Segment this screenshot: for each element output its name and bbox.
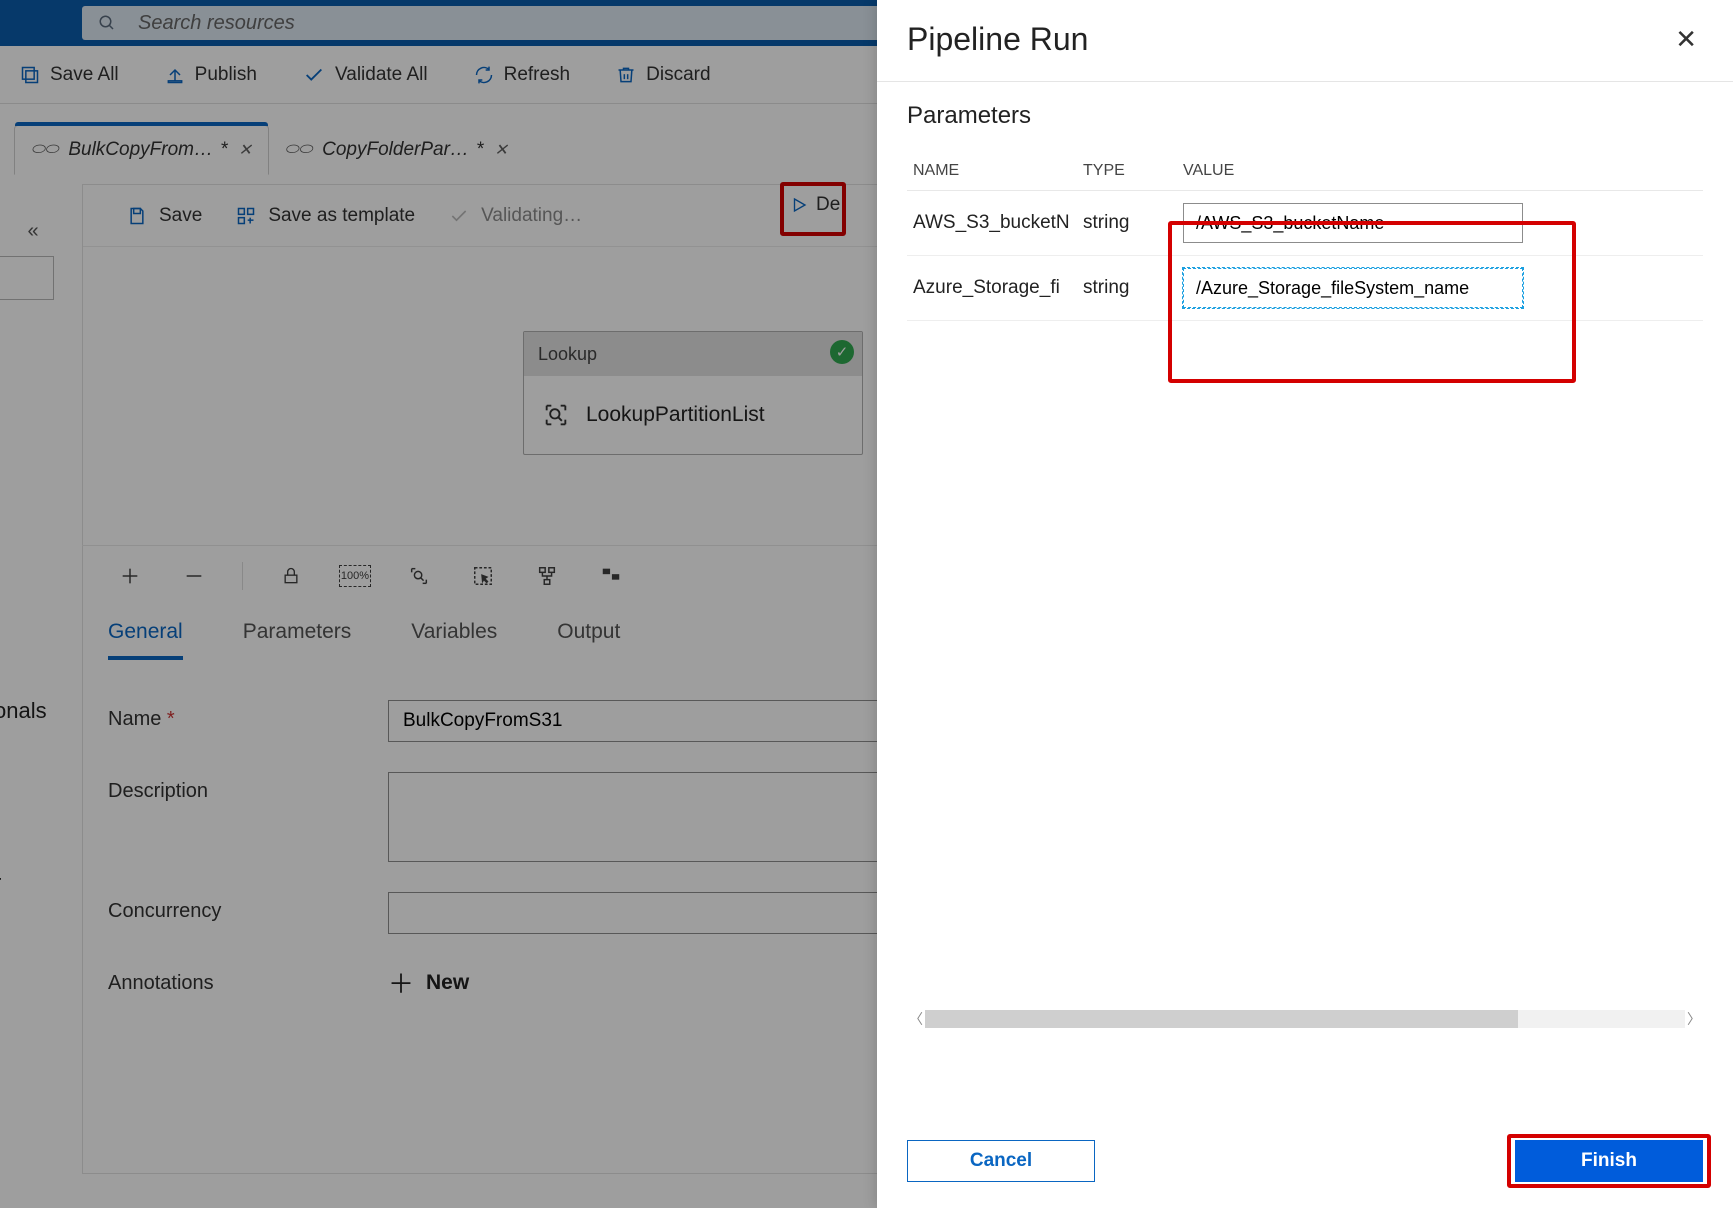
cancel-button[interactable]: Cancel (907, 1140, 1095, 1182)
validate-all-label: Validate All (335, 64, 428, 86)
refresh-label: Refresh (504, 64, 571, 86)
publish-label: Publish (195, 64, 257, 86)
save-button[interactable]: Save (127, 205, 202, 227)
new-label: New (426, 971, 469, 995)
parameters-table: NAME TYPE VALUE AWS_S3_bucketN string Az… (907, 152, 1703, 321)
table-row: Azure_Storage_fi string (907, 256, 1703, 321)
col-header-type: TYPE (1077, 152, 1177, 191)
save-as-template-label: Save as template (268, 205, 415, 227)
refresh-icon (474, 65, 494, 85)
sidebar-text-fragment: r (0, 870, 1, 896)
select-icon[interactable] (467, 560, 499, 592)
pipeline-run-drawer: Pipeline Run ✕ Parameters NAME TYPE VALU… (877, 0, 1733, 1208)
drawer-title: Pipeline Run (907, 21, 1088, 58)
activity-type-label: Lookup (538, 344, 597, 365)
pipeline-icon: ⬭⬭ (285, 141, 312, 159)
col-header-value: VALUE (1177, 152, 1703, 191)
discard-all-button[interactable]: Discard (616, 64, 710, 86)
save-all-icon (20, 65, 40, 85)
param-value-input[interactable] (1183, 203, 1523, 243)
scroll-track[interactable] (925, 1010, 1685, 1028)
refresh-button[interactable]: Refresh (474, 64, 571, 86)
tab-general[interactable]: General (108, 620, 183, 660)
tab-variables[interactable]: Variables (411, 620, 497, 660)
param-name: AWS_S3_bucketN (907, 191, 1077, 256)
close-icon[interactable]: ✕ (1669, 18, 1703, 61)
validating-label: Validating… (481, 205, 582, 227)
zoom-100-icon[interactable]: 100% (339, 565, 371, 587)
activity-body: LookupPartitionList (524, 376, 862, 454)
col-header-name: NAME (907, 152, 1077, 191)
search-icon (98, 14, 116, 32)
close-icon[interactable]: ✕ (494, 140, 507, 160)
collapse-sidebar-button[interactable]: « (14, 212, 52, 250)
param-type: string (1077, 256, 1177, 321)
param-value-input[interactable] (1183, 268, 1523, 308)
file-tab-label: BulkCopyFrom… (68, 139, 213, 161)
concurrency-label: Concurrency (108, 892, 388, 923)
file-tabs: ⬭⬭ BulkCopyFrom… * ✕ ⬭⬭ CopyFolderPar… *… (14, 125, 614, 175)
publish-button[interactable]: Publish (165, 64, 257, 86)
scroll-thumb[interactable] (925, 1010, 1518, 1028)
activity-lookup[interactable]: Lookup ✓ LookupPartitionList (523, 331, 863, 455)
drawer-subtitle: Parameters (907, 102, 1703, 130)
discard-all-label: Discard (646, 64, 710, 86)
detail-tabs: General Parameters Variables Output (108, 620, 620, 660)
validate-all-button[interactable]: Validate All (303, 64, 428, 86)
app-logo-block (0, 0, 78, 46)
remove-icon[interactable] (178, 560, 210, 592)
add-icon[interactable] (114, 560, 146, 592)
param-type: string (1077, 191, 1177, 256)
save-as-template-button[interactable]: Save as template (236, 205, 415, 227)
divider (877, 81, 1733, 82)
new-annotation-button[interactable]: ＋ New (388, 964, 469, 1001)
alignment-icon[interactable] (595, 560, 627, 592)
file-tab-bulkcopy[interactable]: ⬭⬭ BulkCopyFrom… * ✕ (14, 125, 269, 175)
validate-icon (303, 64, 325, 86)
save-icon (127, 206, 147, 226)
save-all-button[interactable]: Save All (20, 64, 119, 86)
name-label: Name * (108, 700, 388, 731)
sidebar-stub (0, 256, 54, 300)
separator (242, 562, 243, 590)
pipeline-icon: ⬭⬭ (31, 141, 58, 159)
horizontal-scrollbar[interactable]: 〈 〉 (907, 1010, 1703, 1028)
dirty-indicator: * (477, 139, 484, 161)
zoom-fit-icon[interactable] (403, 560, 435, 592)
plus-icon: ＋ (388, 964, 414, 1001)
publish-icon (165, 65, 185, 85)
auto-layout-icon[interactable] (531, 560, 563, 592)
trash-icon (616, 65, 636, 85)
tab-parameters[interactable]: Parameters (243, 620, 352, 660)
finish-button[interactable]: Finish (1515, 1140, 1703, 1182)
template-icon (236, 206, 256, 226)
activity-header: Lookup ✓ (524, 332, 862, 376)
file-tab-label: CopyFolderPar… (322, 139, 469, 161)
annotations-label: Annotations (108, 964, 388, 995)
save-all-label: Save All (50, 64, 119, 86)
sidebar-text-fragment: onals (0, 698, 47, 724)
table-row: AWS_S3_bucketN string (907, 191, 1703, 256)
close-icon[interactable]: ✕ (238, 140, 251, 160)
scroll-left-icon[interactable]: 〈 (907, 1009, 925, 1029)
scroll-right-icon[interactable]: 〉 (1685, 1009, 1703, 1029)
description-label: Description (108, 772, 388, 803)
dirty-indicator: * (221, 139, 228, 161)
lock-icon[interactable] (275, 560, 307, 592)
file-tab-copyfolder[interactable]: ⬭⬭ CopyFolderPar… * ✕ (269, 125, 524, 175)
drawer-footer: Cancel Finish (907, 1140, 1703, 1182)
save-label: Save (159, 205, 202, 227)
debug-button-highlight (780, 182, 846, 236)
activity-name-label: LookupPartitionList (586, 403, 765, 427)
success-status-icon: ✓ (830, 340, 854, 364)
tab-output[interactable]: Output (557, 620, 620, 660)
lookup-icon (542, 401, 570, 429)
param-name: Azure_Storage_fi (907, 256, 1077, 321)
validating-status: Validating… (449, 205, 582, 227)
check-icon (449, 206, 469, 226)
